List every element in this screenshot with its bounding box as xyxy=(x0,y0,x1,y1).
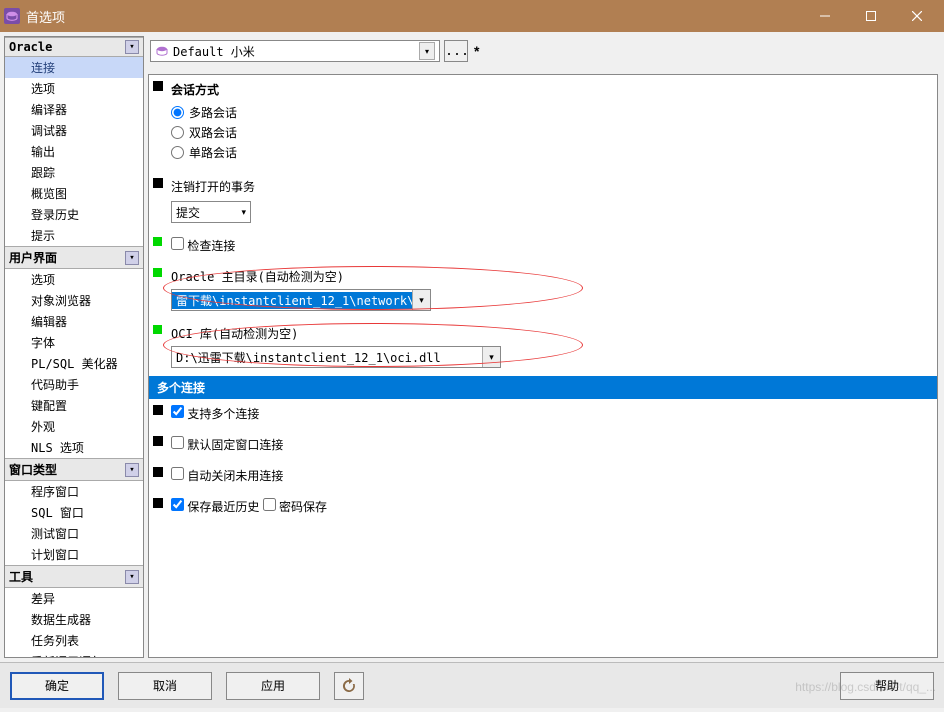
profile-select[interactable]: Default 小米 ▾ xyxy=(150,40,440,62)
sidebar-item[interactable]: 提示 xyxy=(5,225,143,246)
section-marker xyxy=(153,467,163,477)
reset-icon xyxy=(341,678,357,694)
settings-panel: 会话方式 多路会话 双路会话 单路会话 注销打开的事务 提交 ▾ 检查连接 xyxy=(148,74,938,658)
auto-close-checkbox[interactable]: 自动关闭未用连接 xyxy=(171,469,283,483)
sidebar-group-header[interactable]: 用户界面▾ xyxy=(5,246,143,269)
section-marker xyxy=(153,325,162,334)
chevron-down-icon: ▾ xyxy=(125,251,139,265)
minimize-button[interactable] xyxy=(802,0,848,32)
session-mode-radio[interactable]: 多路会话 xyxy=(171,104,927,121)
sidebar-item[interactable]: 代码助手 xyxy=(5,374,143,395)
sidebar-item[interactable]: 选项 xyxy=(5,269,143,290)
sidebar-item[interactable]: PL/SQL 美化器 xyxy=(5,353,143,374)
sidebar-item[interactable]: 测试窗口 xyxy=(5,523,143,544)
sidebar-group-header[interactable]: Oracle▾ xyxy=(5,37,143,57)
sidebar-item[interactable]: 字体 xyxy=(5,332,143,353)
modified-indicator: * xyxy=(474,43,479,59)
sidebar-item[interactable]: 差异 xyxy=(5,588,143,609)
chevron-down-icon: ▾ xyxy=(231,207,246,218)
reset-button[interactable] xyxy=(334,672,364,700)
fixed-window-checkbox[interactable]: 默认固定窗口连接 xyxy=(171,438,283,452)
sidebar-item[interactable]: 计划窗口 xyxy=(5,544,143,565)
save-password-checkbox[interactable]: 密码保存 xyxy=(263,500,327,514)
section-marker xyxy=(153,436,163,446)
sidebar-item[interactable]: 重新调用语句 xyxy=(5,651,143,658)
close-button[interactable] xyxy=(894,0,940,32)
cancel-button[interactable]: 取消 xyxy=(118,672,212,700)
multi-connection-header: 多个连接 xyxy=(149,376,937,399)
session-mode-radio[interactable]: 双路会话 xyxy=(171,124,927,141)
chevron-down-icon: ▾ xyxy=(125,463,139,477)
sidebar-item[interactable]: 连接 xyxy=(5,57,143,78)
sidebar-item[interactable]: 程序窗口 xyxy=(5,481,143,502)
sidebar-group-header[interactable]: 窗口类型▾ xyxy=(5,458,143,481)
oracle-home-label: Oracle 主目录(自动检测为空) xyxy=(171,268,927,285)
sidebar-item[interactable]: 数据生成器 xyxy=(5,609,143,630)
sidebar-item[interactable]: NLS 选项 xyxy=(5,437,143,458)
sidebar-group-header[interactable]: 工具▾ xyxy=(5,565,143,588)
category-tree[interactable]: Oracle▾连接选项编译器调试器输出跟踪概览图登录历史提示用户界面▾选项对象浏… xyxy=(4,36,144,658)
section-marker xyxy=(153,405,163,415)
chevron-down-icon: ▾ xyxy=(419,42,435,60)
sidebar-item[interactable]: 对象浏览器 xyxy=(5,290,143,311)
sidebar-item[interactable]: 调试器 xyxy=(5,120,143,141)
oracle-home-select[interactable]: 雷下载\instantclient_12_1\network\ADMIN ▾ xyxy=(171,289,431,311)
sidebar-item[interactable]: 概览图 xyxy=(5,183,143,204)
section-marker xyxy=(153,81,163,91)
check-connection-checkbox[interactable]: 检查连接 xyxy=(171,239,235,253)
sidebar-item[interactable]: SQL 窗口 xyxy=(5,502,143,523)
logoff-trans-label: 注销打开的事务 xyxy=(171,178,927,195)
apply-button[interactable]: 应用 xyxy=(226,672,320,700)
sidebar-item[interactable]: 编译器 xyxy=(5,99,143,120)
keep-history-checkbox[interactable]: 保存最近历史 xyxy=(171,500,263,514)
session-mode-title: 会话方式 xyxy=(171,81,927,98)
section-marker xyxy=(153,178,163,188)
session-mode-radio[interactable]: 单路会话 xyxy=(171,144,927,161)
chevron-down-icon: ▾ xyxy=(482,347,500,367)
watermark: https://blog.csdn.net/qq_... xyxy=(795,680,936,694)
profile-icon xyxy=(155,44,169,58)
sidebar-item[interactable]: 外观 xyxy=(5,416,143,437)
logoff-trans-select[interactable]: 提交 ▾ xyxy=(171,201,251,223)
oci-lib-label: OCI 库(自动检测为空) xyxy=(171,325,927,342)
ok-button[interactable]: 确定 xyxy=(10,672,104,700)
profile-browse-button[interactable]: ... xyxy=(444,40,468,62)
maximize-button[interactable] xyxy=(848,0,894,32)
app-icon xyxy=(4,8,20,24)
multi-conn-checkbox[interactable]: 支持多个连接 xyxy=(171,407,259,421)
window-titlebar: 首选项 xyxy=(0,0,944,32)
sidebar-item[interactable]: 编辑器 xyxy=(5,311,143,332)
profile-label: Default 小米 xyxy=(173,43,255,60)
sidebar-item[interactable]: 任务列表 xyxy=(5,630,143,651)
sidebar-item[interactable]: 跟踪 xyxy=(5,162,143,183)
section-marker xyxy=(153,498,163,508)
chevron-down-icon: ▾ xyxy=(125,40,139,54)
sidebar-item[interactable]: 选项 xyxy=(5,78,143,99)
section-marker xyxy=(153,268,162,277)
section-marker xyxy=(153,237,162,246)
sidebar-item[interactable]: 登录历史 xyxy=(5,204,143,225)
sidebar-item[interactable]: 输出 xyxy=(5,141,143,162)
window-title: 首选项 xyxy=(26,7,802,26)
oci-lib-select[interactable]: D:\迅雷下载\instantclient_12_1\oci.dll ▾ xyxy=(171,346,501,368)
sidebar-item[interactable]: 键配置 xyxy=(5,395,143,416)
chevron-down-icon: ▾ xyxy=(412,290,430,310)
chevron-down-icon: ▾ xyxy=(125,570,139,584)
